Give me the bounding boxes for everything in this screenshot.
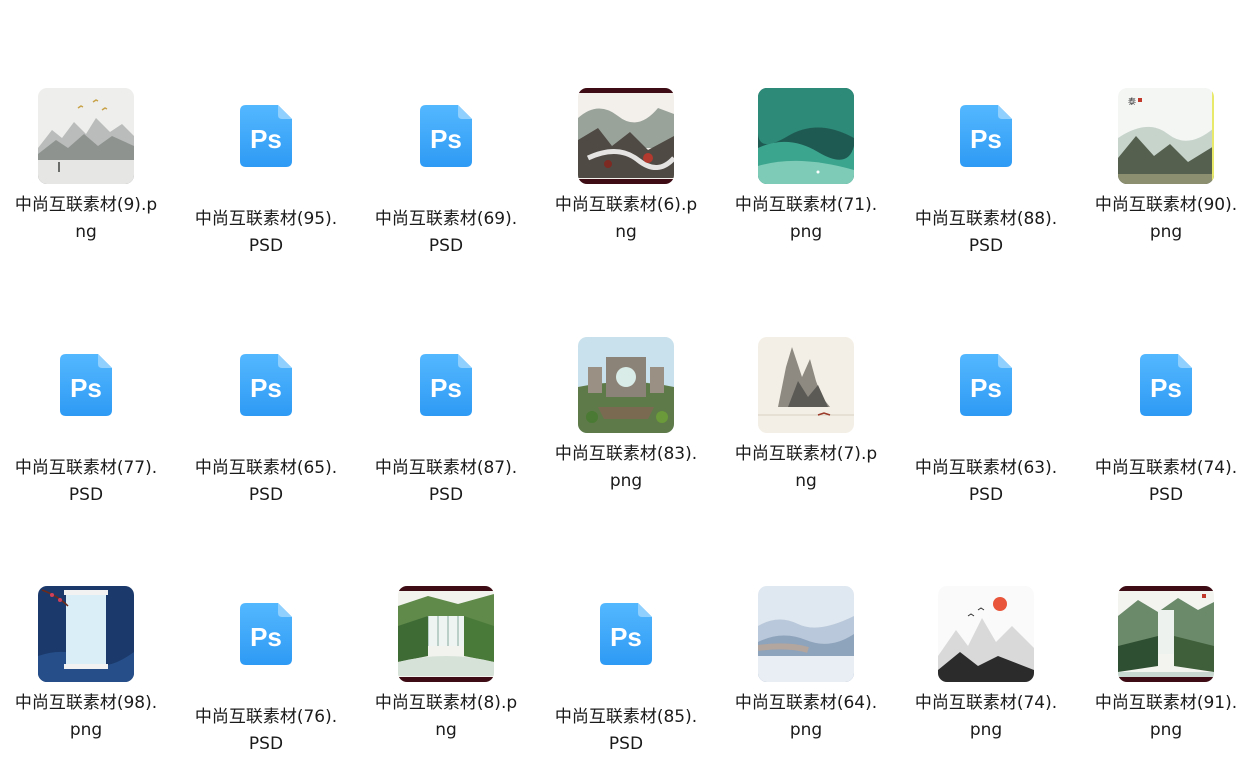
file-name-label: 中尚互联素材(64).png <box>734 693 878 740</box>
file-icon-wrap <box>11 88 161 184</box>
image-thumbnail <box>758 337 854 433</box>
file-item[interactable]: 中尚互联素材(83).png <box>551 337 701 507</box>
file-name-label: 中尚互联素材(69).PSD <box>374 209 518 256</box>
image-thumbnail <box>1118 586 1214 682</box>
file-name-label: 中尚互联素材(83).png <box>554 444 698 491</box>
photoshop-file-icon: Ps <box>240 354 292 416</box>
photoshop-file-icon: Ps <box>240 105 292 167</box>
image-thumbnail: 泰 <box>1118 88 1214 184</box>
file-name-label: 中尚互联素材(65).PSD <box>194 458 338 505</box>
svg-text:泰: 泰 <box>1128 96 1136 106</box>
svg-text:Ps: Ps <box>610 622 642 652</box>
file-item[interactable]: Ps 中尚互联素材(77).PSD <box>11 337 161 507</box>
image-thumbnail <box>38 586 134 682</box>
file-name-label: 中尚互联素材(90).png <box>1094 195 1238 242</box>
file-icon-wrap: Ps <box>11 337 161 433</box>
file-item[interactable]: Ps 中尚互联素材(85).PSD <box>551 586 701 756</box>
image-thumbnail <box>938 586 1034 682</box>
file-icon-wrap: Ps <box>1091 337 1241 433</box>
file-item[interactable]: 泰 中尚互联素材(90).png <box>1091 88 1241 258</box>
photoshop-file-icon: Ps <box>60 354 112 416</box>
svg-text:Ps: Ps <box>430 373 462 403</box>
file-icon-wrap <box>731 88 881 184</box>
file-icon-wrap <box>11 586 161 682</box>
svg-text:Ps: Ps <box>70 373 102 403</box>
image-thumbnail <box>38 88 134 184</box>
svg-text:Ps: Ps <box>430 124 462 154</box>
file-name-label: 中尚互联素材(91).png <box>1094 693 1238 740</box>
file-icon-wrap: Ps <box>551 586 701 682</box>
file-icon-wrap <box>551 337 701 433</box>
file-item[interactable]: Ps 中尚互联素材(95).PSD <box>191 88 341 258</box>
image-thumbnail <box>398 586 494 682</box>
photoshop-file-icon: Ps <box>240 603 292 665</box>
file-icon-wrap: Ps <box>911 88 1061 184</box>
file-icon-wrap: Ps <box>191 586 341 682</box>
image-thumbnail <box>578 337 674 433</box>
file-item[interactable]: Ps 中尚互联素材(69).PSD <box>371 88 521 258</box>
file-name-label: 中尚互联素材(7).png <box>734 444 878 491</box>
file-name-label: 中尚互联素材(88).PSD <box>914 209 1058 256</box>
file-name-label: 中尚互联素材(85).PSD <box>554 707 698 754</box>
file-icon-wrap <box>731 337 881 433</box>
file-item[interactable]: 中尚互联素材(7).png <box>731 337 881 507</box>
file-item[interactable]: Ps 中尚互联素材(76).PSD <box>191 586 341 756</box>
file-name-label: 中尚互联素材(77).PSD <box>14 458 158 505</box>
file-name-label: 中尚互联素材(71).png <box>734 195 878 242</box>
file-item[interactable]: 中尚互联素材(6).png <box>551 88 701 258</box>
file-icon-wrap: 泰 <box>1091 88 1241 184</box>
file-icon-wrap <box>731 586 881 682</box>
file-item[interactable]: 中尚互联素材(91).png <box>1091 586 1241 756</box>
image-thumbnail <box>758 586 854 682</box>
file-name-label: 中尚互联素材(87).PSD <box>374 458 518 505</box>
file-name-label: 中尚互联素材(9).png <box>14 195 158 242</box>
photoshop-file-icon: Ps <box>960 105 1012 167</box>
file-item[interactable]: 中尚互联素材(9).png <box>11 88 161 258</box>
svg-text:Ps: Ps <box>970 373 1002 403</box>
file-icon-wrap <box>551 88 701 184</box>
file-icon-wrap: Ps <box>191 88 341 184</box>
file-icon-wrap: Ps <box>371 337 521 433</box>
file-item[interactable]: 中尚互联素材(8).png <box>371 586 521 756</box>
file-icon-wrap <box>371 586 521 682</box>
photoshop-file-icon: Ps <box>960 354 1012 416</box>
file-item[interactable]: 中尚互联素材(64).png <box>731 586 881 756</box>
file-item[interactable]: Ps 中尚互联素材(63).PSD <box>911 337 1061 507</box>
file-item[interactable]: Ps 中尚互联素材(65).PSD <box>191 337 341 507</box>
photoshop-file-icon: Ps <box>1140 354 1192 416</box>
image-thumbnail <box>758 88 854 184</box>
file-name-label: 中尚互联素材(74).PSD <box>1094 458 1238 505</box>
file-item[interactable]: 中尚互联素材(74).png <box>911 586 1061 756</box>
file-name-label: 中尚互联素材(8).png <box>374 693 518 740</box>
file-icon-wrap: Ps <box>371 88 521 184</box>
svg-text:Ps: Ps <box>1150 373 1182 403</box>
file-item[interactable]: 中尚互联素材(71).png <box>731 88 881 258</box>
image-thumbnail <box>578 88 674 184</box>
file-name-label: 中尚互联素材(6).png <box>554 195 698 242</box>
file-icon-wrap <box>1091 586 1241 682</box>
photoshop-file-icon: Ps <box>420 354 472 416</box>
file-grid: 中尚互联素材(9).png Ps 中尚互联素材(95).PSD Ps 中尚互联素… <box>0 0 1243 777</box>
svg-text:Ps: Ps <box>970 124 1002 154</box>
file-icon-wrap: Ps <box>911 337 1061 433</box>
file-icon-wrap: Ps <box>191 337 341 433</box>
file-item[interactable]: Ps 中尚互联素材(74).PSD <box>1091 337 1241 507</box>
file-name-label: 中尚互联素材(95).PSD <box>194 209 338 256</box>
file-icon-wrap <box>911 586 1061 682</box>
svg-text:Ps: Ps <box>250 124 282 154</box>
file-item[interactable]: 中尚互联素材(98).png <box>11 586 161 756</box>
file-item[interactable]: Ps 中尚互联素材(87).PSD <box>371 337 521 507</box>
photoshop-file-icon: Ps <box>420 105 472 167</box>
file-name-label: 中尚互联素材(76).PSD <box>194 707 338 754</box>
file-name-label: 中尚互联素材(63).PSD <box>914 458 1058 505</box>
file-name-label: 中尚互联素材(98).png <box>14 693 158 740</box>
photoshop-file-icon: Ps <box>600 603 652 665</box>
file-item[interactable]: Ps 中尚互联素材(88).PSD <box>911 88 1061 258</box>
svg-text:Ps: Ps <box>250 373 282 403</box>
svg-text:Ps: Ps <box>250 622 282 652</box>
file-name-label: 中尚互联素材(74).png <box>914 693 1058 740</box>
